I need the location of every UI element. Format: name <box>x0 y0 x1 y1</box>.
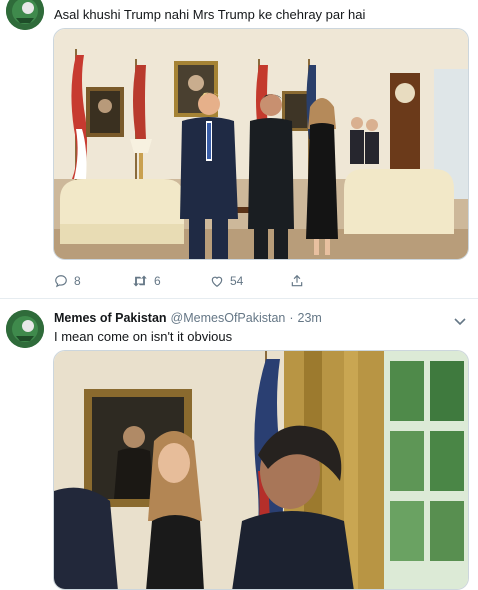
retweet-button[interactable]: 6 <box>132 274 210 288</box>
tweet-actions: 8 6 54 <box>54 272 310 290</box>
reply-button[interactable]: 8 <box>54 274 132 288</box>
reply-count: 8 <box>74 274 81 288</box>
retweet-icon <box>133 275 147 287</box>
tweet-image[interactable] <box>53 350 469 590</box>
tweet-menu-button[interactable] <box>454 313 466 331</box>
tweet-text: I mean come on isn't it obvious <box>54 329 233 344</box>
separator-dot: · <box>289 311 294 325</box>
reply-icon <box>55 275 67 288</box>
timestamp[interactable]: 23m <box>298 311 322 325</box>
tweet-divider <box>0 298 478 299</box>
user-handle[interactable]: @MemesOfPakistan <box>171 311 286 325</box>
share-button[interactable] <box>290 274 310 288</box>
like-count: 54 <box>230 274 244 288</box>
like-icon <box>211 276 223 287</box>
avatar[interactable] <box>6 310 44 348</box>
tweet-text: Asal khushi Trump nahi Mrs Trump ke cheh… <box>54 7 366 22</box>
chevron-down-icon <box>454 318 466 326</box>
retweet-count: 6 <box>154 274 161 288</box>
tweet-header: Memes of Pakistan @MemesOfPakistan · 23m <box>54 311 322 325</box>
avatar[interactable] <box>6 0 44 30</box>
display-name[interactable]: Memes of Pakistan <box>54 311 167 325</box>
tweet-image[interactable] <box>53 28 469 260</box>
like-button[interactable]: 54 <box>210 274 290 288</box>
share-icon <box>291 274 303 287</box>
